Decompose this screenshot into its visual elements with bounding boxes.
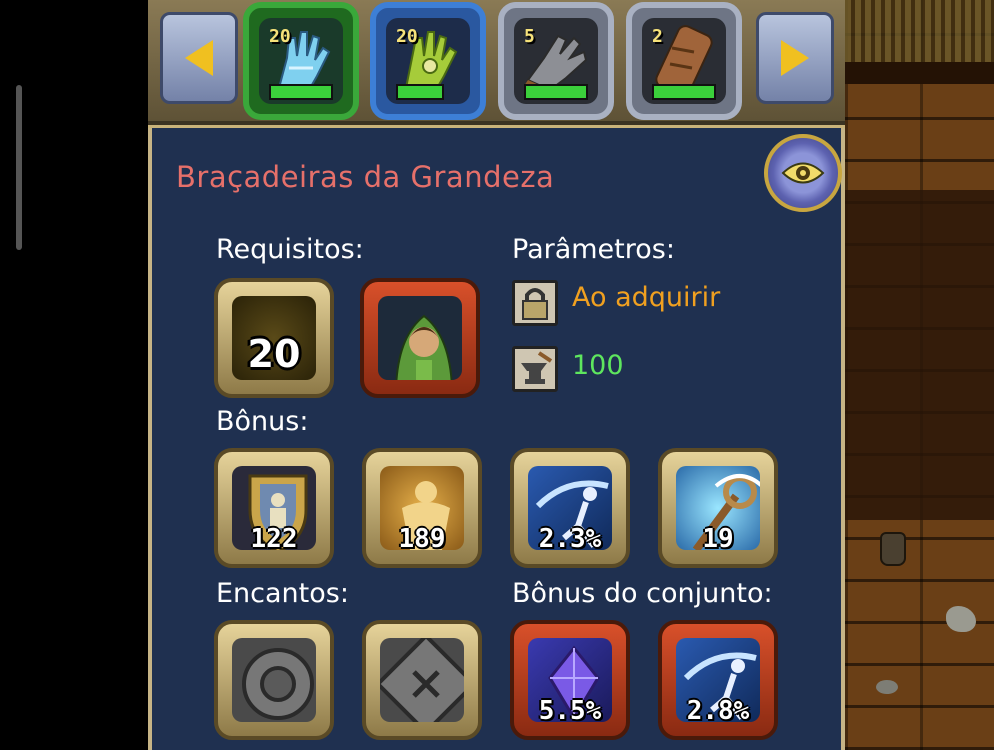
level-requirement-tile[interactable]: 20 <box>214 278 334 398</box>
item-count: 2 <box>652 26 663 47</box>
enchant-slot[interactable] <box>214 620 334 740</box>
durability-bar <box>524 84 588 100</box>
item-info-panel: Braçadeiras da Grandeza Requisitos: Parâ… <box>148 128 845 750</box>
durability-bar <box>396 84 444 100</box>
bonus-value: 19 <box>702 524 734 554</box>
empty-rune-round-icon <box>242 648 314 720</box>
empty-rune-square-icon <box>380 638 464 722</box>
bonus-label: Bônus: <box>216 406 309 437</box>
anvil-icon <box>512 346 558 392</box>
set-bonus-label: Bônus do conjunto: <box>512 578 773 609</box>
set-bonus-tile[interactable]: 2.8% <box>658 620 778 740</box>
arrow-right-icon <box>781 40 809 76</box>
bonus-tile[interactable]: 2.3% <box>510 448 630 568</box>
bind-status: Ao adquirir <box>572 282 721 313</box>
durability-bar <box>652 84 716 100</box>
bonus-tile[interactable]: 122 <box>214 448 334 568</box>
item-count: 5 <box>524 26 535 47</box>
bonus-value: 122 <box>250 524 298 554</box>
parameters-label: Parâmetros: <box>512 234 675 265</box>
required-level: 20 <box>247 332 301 376</box>
carousel-item[interactable]: 20 <box>243 2 359 120</box>
bonus-value: 189 <box>398 524 446 554</box>
bonus-tile[interactable]: 19 <box>658 448 778 568</box>
preview-button[interactable] <box>764 134 842 212</box>
requirements-label: Requisitos: <box>216 234 364 265</box>
class-requirement-tile[interactable] <box>360 278 480 398</box>
durability-value: 100 <box>572 350 624 381</box>
arrow-left-icon <box>185 40 213 76</box>
lock-icon <box>512 280 558 326</box>
bonus-value: 2.3% <box>538 524 602 554</box>
pot-sprite <box>880 532 906 566</box>
dungeon-background <box>845 0 994 750</box>
next-item-button[interactable] <box>756 12 834 104</box>
carousel-item[interactable]: 2 <box>626 2 742 120</box>
durability-bar <box>269 84 333 100</box>
enchants-label: Encantos: <box>216 578 349 609</box>
scroll-indicator <box>16 85 22 250</box>
set-bonus-value: 5.5% <box>538 696 602 726</box>
prev-item-button[interactable] <box>160 12 238 104</box>
eye-icon <box>781 162 825 184</box>
item-count: 20 <box>269 26 291 47</box>
bonus-tile[interactable]: 189 <box>362 448 482 568</box>
carousel-item[interactable]: 5 <box>498 2 614 120</box>
set-bonus-tile[interactable]: 5.5% <box>510 620 630 740</box>
carousel-item[interactable]: 20 <box>370 2 486 120</box>
item-count: 20 <box>396 26 418 47</box>
item-carousel: 20 20 5 2 <box>148 0 845 129</box>
item-name: Braçadeiras da Grandeza <box>176 160 555 194</box>
set-bonus-value: 2.8% <box>686 696 750 726</box>
rock-sprite <box>876 680 898 694</box>
ranger-class-icon <box>395 314 453 380</box>
enchant-slot[interactable] <box>362 620 482 740</box>
